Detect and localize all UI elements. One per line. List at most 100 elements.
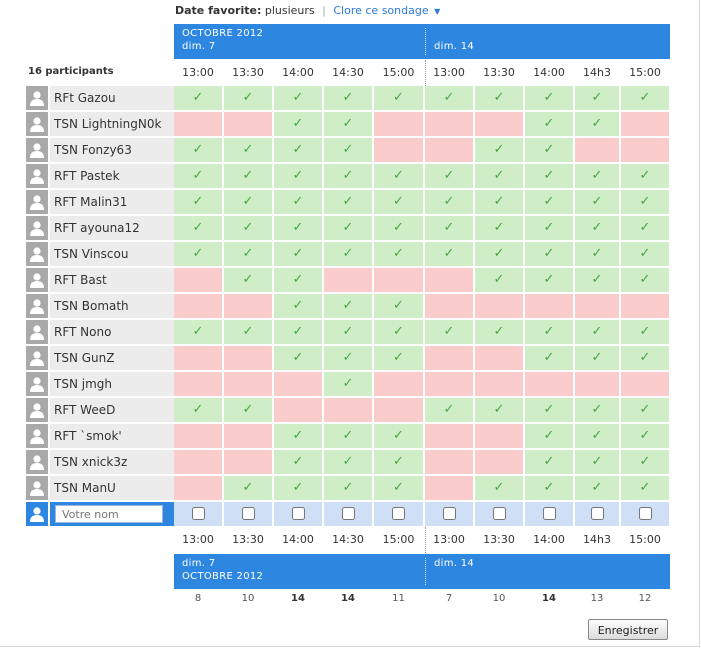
vote-no-cell — [374, 372, 423, 396]
time-slot-label: 15:00 — [382, 533, 415, 546]
time-slot-label: 15:00 — [629, 66, 661, 79]
check-icon: ✓ — [342, 376, 354, 391]
check-icon: ✓ — [342, 168, 354, 183]
vote-no-cell — [425, 138, 473, 162]
vote-no-cell — [324, 398, 372, 422]
check-icon: ✓ — [342, 246, 354, 261]
vote-count: 7 — [445, 593, 453, 604]
time-slot-label: 13:00 — [182, 533, 214, 546]
user-icon — [26, 138, 48, 162]
vote-yes-cell: ✓ — [525, 86, 573, 110]
vote-yes-cell: ✓ — [224, 164, 272, 188]
vote-checkbox-cell — [475, 502, 523, 526]
check-icon: ✓ — [543, 454, 555, 469]
check-icon: ✓ — [242, 402, 254, 417]
vote-no-cell — [324, 268, 372, 292]
vote-no-cell — [174, 268, 222, 292]
check-icon: ✓ — [639, 220, 651, 235]
vote-yes-cell: ✓ — [525, 346, 573, 370]
check-icon: ✓ — [393, 350, 404, 365]
vote-yes-cell: ✓ — [475, 398, 523, 422]
vote-checkbox[interactable] — [291, 507, 305, 520]
vote-checkbox[interactable] — [442, 507, 456, 520]
close-poll-link[interactable]: Clore ce sondage — [333, 4, 428, 17]
vote-yes-cell: ✓ — [425, 320, 473, 344]
check-icon: ✓ — [342, 194, 354, 209]
check-icon: ✓ — [192, 324, 204, 339]
check-icon: ✓ — [543, 142, 555, 157]
vote-yes-cell: ✓ — [621, 164, 669, 188]
check-icon: ✓ — [543, 246, 555, 261]
vote-no-cell — [374, 268, 423, 292]
check-icon: ✓ — [192, 402, 204, 417]
vote-no-cell — [274, 372, 322, 396]
vote-no-cell — [475, 424, 523, 448]
vote-yes-cell: ✓ — [174, 242, 222, 266]
vote-count: 14 — [291, 593, 305, 604]
check-icon: ✓ — [342, 350, 354, 365]
check-icon: ✓ — [591, 168, 603, 183]
date-header-top: OCTOBRE 2012 dim. 7 dim. 14 — [174, 24, 670, 59]
vote-checkbox[interactable] — [392, 507, 405, 520]
check-icon: ✓ — [591, 324, 603, 339]
check-icon: ✓ — [192, 168, 204, 183]
vote-yes-cell: ✓ — [324, 424, 372, 448]
day-label-1: dim. 7 — [182, 41, 216, 52]
vote-yes-cell: ✓ — [374, 242, 423, 266]
check-icon: ✓ — [342, 90, 354, 105]
vote-yes-cell: ✓ — [374, 476, 423, 500]
vote-checkbox[interactable] — [638, 507, 652, 520]
chevron-down-icon[interactable]: ▼ — [434, 7, 440, 16]
vote-yes-cell: ✓ — [525, 450, 573, 474]
check-icon: ✓ — [342, 454, 354, 469]
time-slot-label: 15:00 — [382, 66, 415, 79]
vote-yes-cell: ✓ — [324, 320, 372, 344]
vote-no-cell — [425, 346, 473, 370]
vote-yes-cell: ✓ — [425, 398, 473, 422]
vote-no-cell — [174, 294, 222, 318]
check-icon: ✓ — [543, 428, 555, 443]
vote-checkbox[interactable] — [341, 507, 355, 520]
check-icon: ✓ — [543, 324, 555, 339]
vote-yes-cell: ✓ — [525, 398, 573, 422]
user-icon — [26, 450, 48, 474]
check-icon: ✓ — [639, 194, 651, 209]
vote-no-cell — [224, 372, 272, 396]
check-icon: ✓ — [543, 168, 555, 183]
check-icon: ✓ — [292, 454, 304, 469]
name-input[interactable] — [55, 505, 163, 523]
vote-no-cell — [621, 112, 669, 136]
vote-yes-cell: ✓ — [374, 320, 423, 344]
user-icon — [26, 372, 48, 396]
check-icon: ✓ — [543, 220, 555, 235]
check-icon: ✓ — [242, 194, 254, 209]
check-icon: ✓ — [292, 194, 304, 209]
vote-yes-cell: ✓ — [475, 268, 523, 292]
vote-no-cell — [174, 424, 222, 448]
vote-yes-cell: ✓ — [621, 424, 669, 448]
vote-yes-cell: ✓ — [274, 164, 322, 188]
check-icon: ✓ — [493, 142, 505, 157]
user-icon — [26, 216, 48, 240]
vote-checkbox[interactable] — [241, 507, 255, 520]
vote-yes-cell: ✓ — [224, 268, 272, 292]
vote-yes-cell: ✓ — [525, 476, 573, 500]
check-icon: ✓ — [591, 350, 603, 365]
save-button[interactable]: Enregistrer — [588, 619, 668, 640]
vote-checkbox[interactable] — [590, 507, 604, 520]
check-icon: ✓ — [543, 480, 555, 495]
time-slot-label: 14:00 — [282, 533, 314, 546]
vote-checkbox-cell — [425, 502, 473, 526]
check-icon: ✓ — [493, 480, 505, 495]
check-icon: ✓ — [591, 194, 603, 209]
vote-checkbox[interactable] — [191, 507, 205, 520]
vote-checkbox[interactable] — [492, 507, 506, 520]
check-icon: ✓ — [543, 402, 555, 417]
check-icon: ✓ — [292, 168, 304, 183]
check-icon: ✓ — [292, 350, 304, 365]
check-icon: ✓ — [342, 428, 354, 443]
vote-no-cell — [425, 476, 473, 500]
vote-count: 11 — [392, 593, 405, 604]
vote-checkbox[interactable] — [542, 507, 556, 520]
vote-yes-cell: ✓ — [575, 424, 619, 448]
